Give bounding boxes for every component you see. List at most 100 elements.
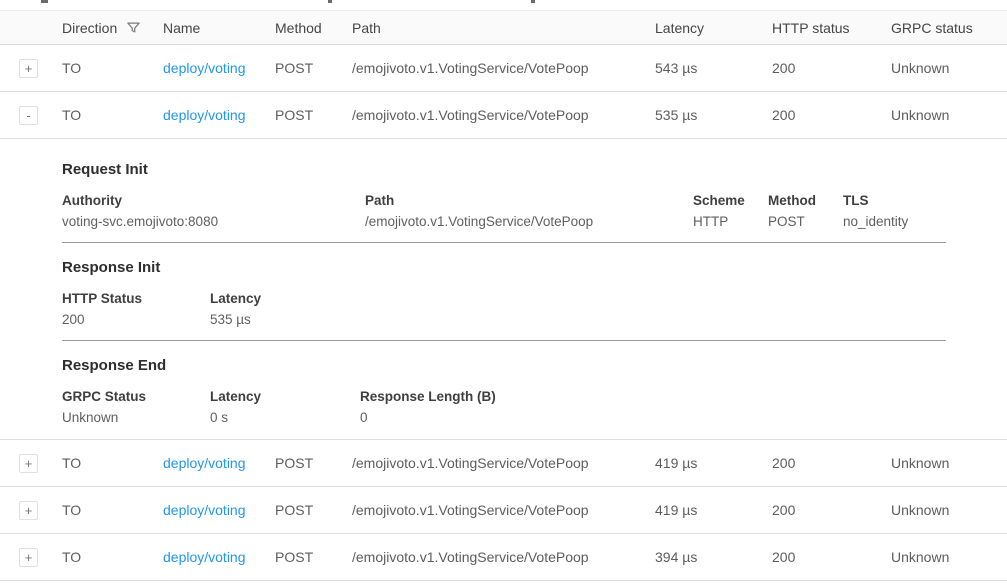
cropped-text-remnant [0,0,1007,10]
expand-toggle-button[interactable]: + [19,454,38,473]
filter-funnel-icon[interactable] [126,20,141,35]
detail-field: Path/emojivoto.v1.VotingService/VotePoop [365,193,693,229]
expand-toggle-button[interactable]: + [19,548,38,567]
resource-link[interactable]: deploy/voting [163,502,275,518]
section-divider [62,340,946,341]
column-header-path[interactable]: Path [352,20,655,36]
expand-toggle-button[interactable]: + [19,501,38,520]
method-cell: POST [275,455,352,471]
tap-results-table: DirectionNameMethodPathLatencyHTTP statu… [0,10,1007,581]
http-status-cell: 200 [772,60,891,76]
table-row: -TOdeploy/votingPOST/emojivoto.v1.Voting… [0,92,1007,139]
field-value: 535 µs [210,312,946,327]
detail-section-response-init: Response Init HTTP Status200Latency 535 µs [62,259,946,341]
latency-cell: 394 µs [655,549,772,565]
detail-section-request-init: Request Init Authorityvoting-svc.emojivot… [62,161,946,243]
field-value: no_identity [843,214,946,229]
expand-cell: + [0,454,62,473]
detail-field: HTTP Status200 [62,291,210,327]
direction-cell: TO [62,502,163,518]
table-row: + TOdeploy/votingPOST/emojivoto.v1.Voting… [0,534,1007,581]
field-label: Method [768,193,843,208]
section-title: Response End [62,357,946,374]
detail-field: Response Length (B)0 [360,389,946,425]
resource-link[interactable]: deploy/voting [163,107,275,123]
detail-field: GRPC Status Unknown [62,389,210,425]
text-fragment [328,0,332,3]
resource-link[interactable]: deploy/voting [163,549,275,565]
grpc-status-cell: Unknown [891,455,1007,471]
http-status-cell: 200 [772,455,891,471]
field-label: TLS [843,193,946,208]
field-label: Scheme [693,193,768,208]
path-cell: /emojivoto.v1.VotingService/VotePoop [352,549,655,565]
path-cell: /emojivoto.v1.VotingService/VotePoop [352,455,655,471]
expanded-event-detail: Request Init Authorityvoting-svc.emojivot… [0,139,1007,440]
expand-cell: - [0,106,62,125]
column-header-label: Path [352,20,381,36]
column-header-grpc-status[interactable]: GRPC status [891,20,1007,36]
column-header-latency[interactable]: Latency [655,20,772,36]
direction-cell: TO [62,455,163,471]
table-row: +TOdeploy/votingPOST/emojivoto.v1.Voting… [0,487,1007,534]
expand-toggle-button[interactable]: + [19,59,38,78]
column-header-label: Direction [62,20,117,36]
tap-events-page: DirectionNameMethodPathLatencyHTTP statu… [0,0,1007,586]
field-value: Unknown [62,410,210,425]
field-value: 0 [360,410,946,425]
direction-cell: TO [62,549,163,565]
detail-field: Latency 535 µs [210,291,946,327]
latency-cell: 535 µs [655,107,772,123]
column-header-method[interactable]: Method [275,20,352,36]
latency-cell: 419 µs [655,455,772,471]
path-cell: /emojivoto.v1.VotingService/VotePoop [352,107,655,123]
grpc-status-cell: Unknown [891,60,1007,76]
grpc-status-cell: Unknown [891,502,1007,518]
grpc-status-cell: Unknown [891,107,1007,123]
expand-cell: + [0,59,62,78]
section-title: Request Init [62,161,946,178]
detail-fields: Authorityvoting-svc.emojivoto:8080Path/e… [62,193,946,229]
column-header-http-status[interactable]: HTTP status [772,20,891,36]
field-value: /emojivoto.v1.VotingService/VotePoop [365,214,693,229]
column-header-name[interactable]: Name [163,20,275,36]
section-title: Response Init [62,259,946,276]
detail-field: Method POST [768,193,843,229]
path-cell: /emojivoto.v1.VotingService/VotePoop [352,60,655,76]
text-fragment [531,0,535,3]
grpc-status-cell: Unknown [891,549,1007,565]
detail-field: Authorityvoting-svc.emojivoto:8080 [62,193,365,229]
resource-link[interactable]: deploy/voting [163,455,275,471]
field-value: HTTP [693,214,768,229]
detail-field: Scheme HTTP [693,193,768,229]
latency-cell: 419 µs [655,502,772,518]
direction-cell: TO [62,60,163,76]
method-cell: POST [275,60,352,76]
latency-cell: 543 µs [655,60,772,76]
column-header-label: Latency [655,20,704,36]
field-value: 200 [62,312,210,327]
column-header-label: Method [275,20,322,36]
text-fragment [41,0,48,3]
expand-toggle-button[interactable]: - [19,106,38,125]
method-cell: POST [275,502,352,518]
column-header-label: HTTP status [772,20,850,36]
expand-cell: + [0,501,62,520]
expand-cell: + [0,548,62,567]
detail-fields: HTTP Status200Latency 535 µs [62,291,946,327]
field-value: 0 s [210,410,360,425]
http-status-cell: 200 [772,549,891,565]
field-label: GRPC Status [62,389,210,404]
column-header-direction[interactable]: Direction [62,20,163,36]
table-row: + TOdeploy/votingPOST/emojivoto.v1.Voting… [0,440,1007,487]
detail-fields: GRPC StatusUnknownLatency0 sResponse Len… [62,389,946,425]
http-status-cell: 200 [772,107,891,123]
field-value: POST [768,214,843,229]
resource-link[interactable]: deploy/voting [163,60,275,76]
field-label: Latency [210,291,946,306]
field-value: voting-svc.emojivoto:8080 [62,214,365,229]
column-header-label: GRPC status [891,20,973,36]
method-cell: POST [275,549,352,565]
field-label: Path [365,193,693,208]
detail-field: TLS no_identity [843,193,946,229]
